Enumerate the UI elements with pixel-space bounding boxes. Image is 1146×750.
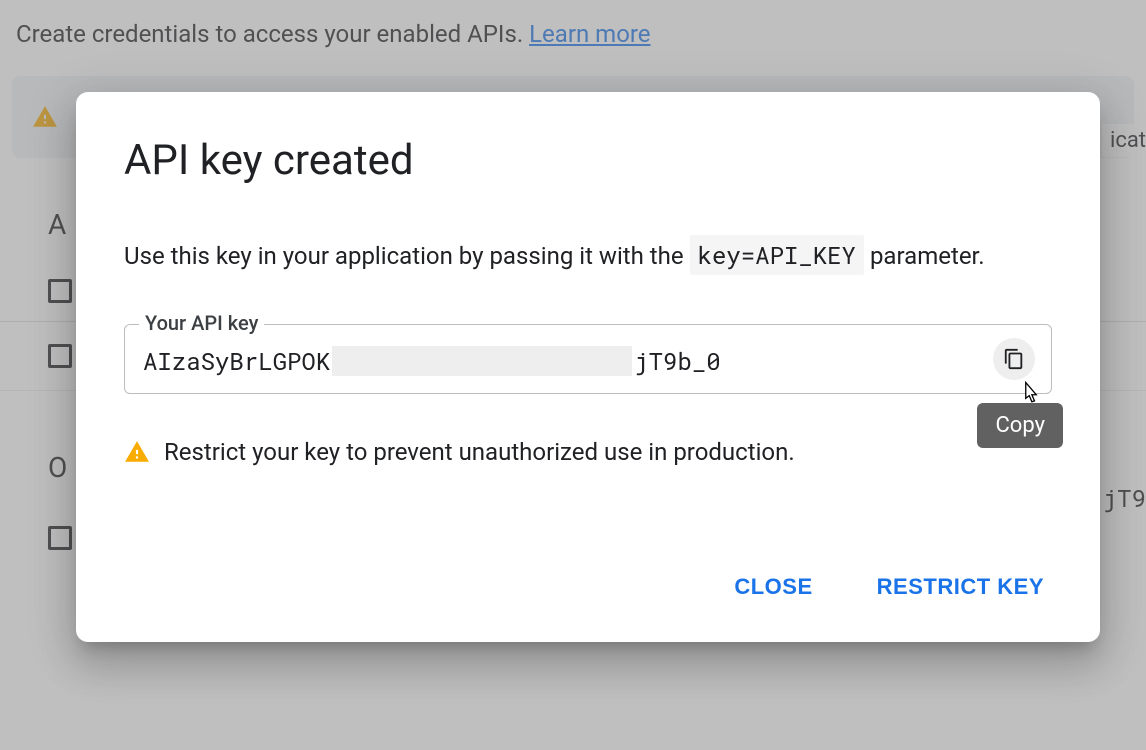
dialog-description: Use this key in your application by pass… <box>124 237 1052 274</box>
restrict-key-button[interactable]: RESTRICT KEY <box>873 566 1048 608</box>
copy-tooltip: Copy <box>977 403 1063 448</box>
api-key-field: Your API key AIzaSyBrLGPOKjT9b_0 Copy <box>124 324 1052 394</box>
warning-icon <box>124 439 150 465</box>
code-param: key=API_KEY <box>690 235 864 275</box>
warning-text: Restrict your key to prevent unauthorize… <box>164 438 795 466</box>
dialog-actions: CLOSE RESTRICT KEY <box>124 566 1052 608</box>
cursor-pointer-icon <box>1017 379 1045 407</box>
copy-button[interactable] <box>993 338 1035 380</box>
close-button[interactable]: CLOSE <box>730 566 816 608</box>
field-label: Your API key <box>139 311 264 335</box>
copy-icon <box>1003 348 1025 370</box>
api-key-created-dialog: API key created Use this key in your app… <box>76 92 1100 642</box>
restriction-warning: Restrict your key to prevent unauthorize… <box>124 438 1052 466</box>
redacted-portion <box>332 346 632 376</box>
api-key-value[interactable]: AIzaSyBrLGPOKjT9b_0 <box>143 345 981 377</box>
dialog-title: API key created <box>124 136 1052 185</box>
